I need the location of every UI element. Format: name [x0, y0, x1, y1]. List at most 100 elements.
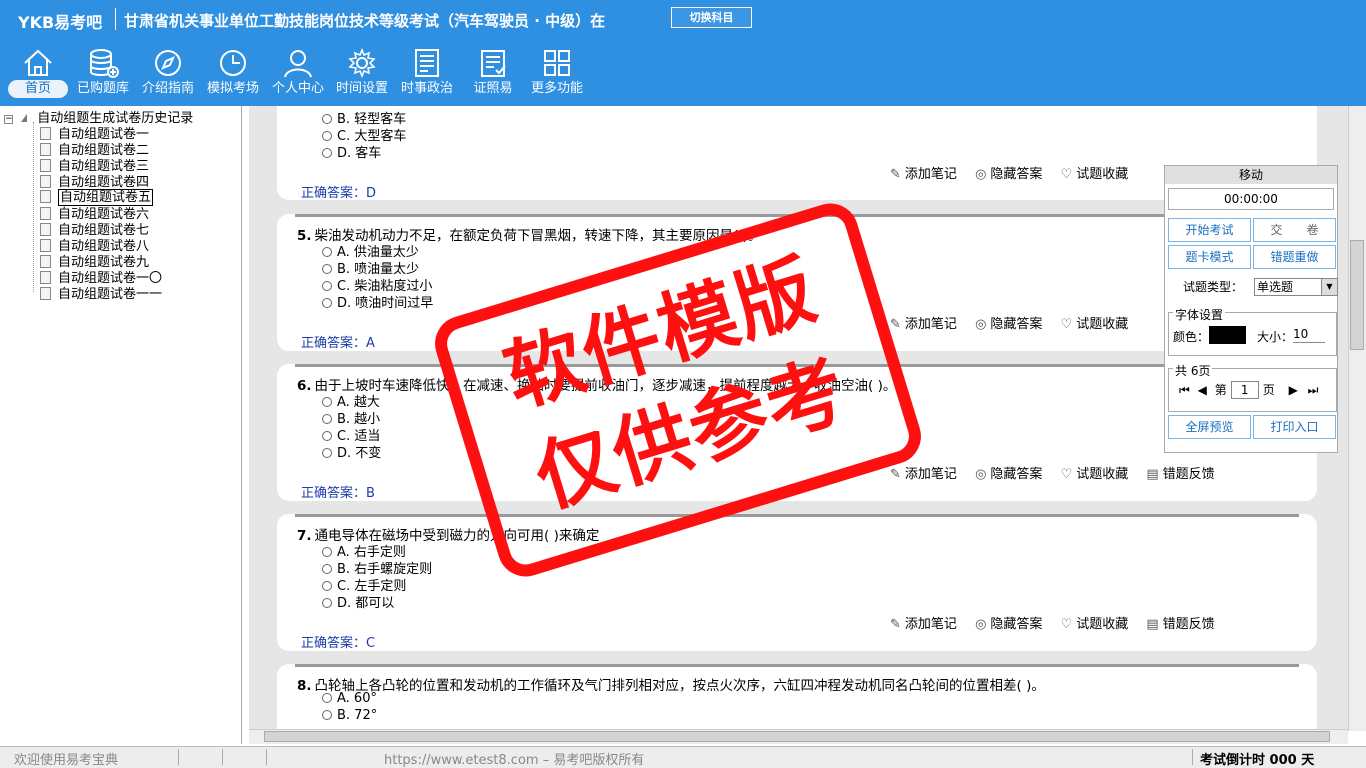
dropdown-arrow-icon[interactable]: ▼ [1321, 279, 1337, 295]
favorite-button[interactable]: ♡ 试题收藏 [1061, 313, 1129, 332]
page-number-input[interactable]: 1 [1230, 381, 1259, 399]
status-copyright: https://www.etest8.com – 易考吧版权所有 [384, 753, 645, 768]
card-mode-button[interactable]: 题卡模式 [1168, 245, 1251, 269]
radio-button[interactable] [322, 547, 332, 557]
vertical-scroll-thumb[interactable] [1350, 240, 1364, 350]
eye-icon: ◎ [975, 317, 987, 332]
prev-page-icon[interactable]: ◀ [1198, 383, 1207, 397]
app-logo: YKB易考吧 [18, 13, 103, 32]
nav-more-features[interactable]: 更多功能 [526, 46, 588, 104]
heart-icon: ♡ [1060, 467, 1073, 482]
radio-button[interactable] [322, 448, 332, 458]
database-icon [90, 49, 119, 78]
certificate-icon [481, 50, 506, 77]
add-note-button[interactable]: ✎ 添加笔记 [890, 613, 957, 632]
radio-button[interactable] [322, 710, 332, 720]
nav-label: 已购题库 [76, 81, 129, 96]
question-tools: ✎ 添加笔记 ◎ 隐藏答案 ♡ 试题收藏 [890, 163, 1142, 182]
radio-button[interactable] [322, 598, 332, 608]
top-bar: YKB易考吧 甘肃省机关事业单位工勤技能岗位技术等级考试（汽车驾驶员 · 中级）… [0, 0, 1366, 106]
first-page-icon[interactable]: ⏮ [1179, 383, 1190, 397]
nav-current-affairs[interactable]: 时事政治 [396, 46, 458, 104]
nav-mock-exam[interactable]: 模拟考场 [202, 46, 264, 104]
document-icon [40, 287, 51, 300]
tree-item[interactable]: 自动组题试卷一一 [40, 283, 162, 302]
fullscreen-preview-button[interactable]: 全屏预览 [1168, 415, 1251, 439]
vertical-scrollbar[interactable] [1348, 106, 1366, 731]
question-type-select[interactable]: 单选题 ▼ [1254, 278, 1338, 296]
nav-personal-center[interactable]: 个人中心 [268, 46, 328, 104]
document-pin-icon [40, 190, 51, 203]
report-error-button[interactable]: ▤ 错题反馈 [1146, 463, 1214, 482]
report-icon: ▤ [1146, 617, 1159, 632]
option[interactable]: D. 不变 [322, 442, 381, 461]
nav-time-settings[interactable]: 时间设置 [332, 46, 392, 104]
folder-icon [21, 114, 28, 122]
radio-button[interactable] [322, 693, 332, 703]
add-note-button[interactable]: ✎ 添加笔记 [890, 463, 957, 482]
hide-answer-button[interactable]: ◎ 隐藏答案 [975, 163, 1042, 182]
pager: ⏮ ◀ 第1页 ▶ ⏭ [1179, 381, 1319, 399]
pencil-icon: ✎ [890, 617, 901, 632]
question-card: 6. 由于上坡时车速降低快，在减速、换挡时要提前收油门，逐步减速，提前程度越大，收… [277, 364, 1317, 501]
report-error-button[interactable]: ▤ 错题反馈 [1146, 613, 1214, 632]
add-note-button[interactable]: ✎ 添加笔记 [890, 313, 957, 332]
nav-label: 模拟考场 [206, 81, 259, 96]
radio-button[interactable] [322, 414, 332, 424]
nav-guide[interactable]: 介绍指南 [138, 46, 198, 104]
panel-drag-handle[interactable]: 移动 [1165, 166, 1337, 184]
radio-button[interactable] [322, 247, 332, 257]
exam-control-panel: 移动 00:00:00 开始考试 交 卷 题卡模式 错题重做 试题类型： 单选题… [1164, 165, 1338, 453]
option[interactable]: D. 客车 [322, 142, 381, 161]
radio-button[interactable] [322, 264, 332, 274]
option[interactable]: D. 都可以 [322, 592, 394, 611]
nav-home[interactable]: 首页 [8, 46, 68, 104]
collapse-icon[interactable]: − [4, 115, 13, 124]
eye-icon: ◎ [975, 617, 987, 632]
grid-icon [544, 50, 570, 76]
add-note-button[interactable]: ✎ 添加笔记 [890, 163, 957, 182]
home-icon [24, 49, 52, 76]
option[interactable]: B. 72° [322, 708, 377, 723]
nav-label: 介绍指南 [141, 81, 194, 96]
heart-icon: ♡ [1060, 317, 1073, 332]
radio-button[interactable] [322, 114, 332, 124]
horizontal-scroll-thumb[interactable] [264, 731, 1330, 742]
status-divider [178, 749, 179, 765]
status-welcome: 欢迎使用易考宝典 [14, 753, 119, 768]
next-page-icon[interactable]: ▶ [1289, 383, 1298, 397]
radio-button[interactable] [322, 397, 332, 407]
radio-button[interactable] [322, 431, 332, 441]
print-button[interactable]: 打印入口 [1253, 415, 1336, 439]
question-text: 6. 由于上坡时车速降低快，在减速、换挡时要提前收油门，逐步减速，提前程度越大，收… [297, 378, 897, 394]
nav-label: 时间设置 [335, 81, 388, 96]
nav-purchased-bank[interactable]: 已购题库 [72, 46, 134, 104]
last-page-icon[interactable]: ⏭ [1308, 383, 1319, 397]
option[interactable]: A. 60° [322, 691, 377, 706]
hide-answer-button[interactable]: ◎ 隐藏答案 [975, 313, 1042, 332]
question-card: B. 轻型客车 C. 大型客车 D. 客车 ✎ 添加笔记 ◎ 隐藏答案 ♡ 试题收藏 … [277, 106, 1317, 201]
nav-certificate[interactable]: 证照易 [466, 46, 520, 104]
radio-button[interactable] [322, 148, 332, 158]
start-exam-button[interactable]: 开始考试 [1168, 218, 1251, 242]
nav-label: 时事政治 [400, 81, 453, 96]
radio-button[interactable] [322, 131, 332, 141]
favorite-button[interactable]: ♡ 试题收藏 [1061, 613, 1129, 632]
radio-button[interactable] [322, 281, 332, 291]
hide-answer-button[interactable]: ◎ 隐藏答案 [975, 463, 1042, 482]
option[interactable]: D. 喷油时间过早 [322, 292, 433, 311]
submit-exam-button[interactable]: 交 卷 [1253, 218, 1336, 242]
question-card: 7. 通电导体在磁场中受到磁力的方向可用( )来确定 A. 右手定则 B. 右手螺… [277, 514, 1317, 651]
color-picker[interactable] [1209, 326, 1246, 344]
radio-button[interactable] [322, 564, 332, 574]
hide-answer-button[interactable]: ◎ 隐藏答案 [975, 613, 1042, 632]
favorite-button[interactable]: ♡ 试题收藏 [1061, 463, 1129, 482]
redo-wrong-button[interactable]: 错题重做 [1253, 245, 1336, 269]
radio-button[interactable] [322, 581, 332, 591]
switch-subject-button[interactable]: 切换科目 [671, 7, 752, 28]
font-size-input[interactable]: 10 [1293, 327, 1325, 343]
favorite-button[interactable]: ♡ 试题收藏 [1061, 163, 1129, 182]
radio-button[interactable] [322, 298, 332, 308]
question-card: 8. 凸轮轴上各凸轮的位置和发动机的工作循环及气门排列相对应，按点火次序，六缸四冲… [277, 664, 1317, 731]
eye-icon: ◎ [975, 167, 987, 182]
